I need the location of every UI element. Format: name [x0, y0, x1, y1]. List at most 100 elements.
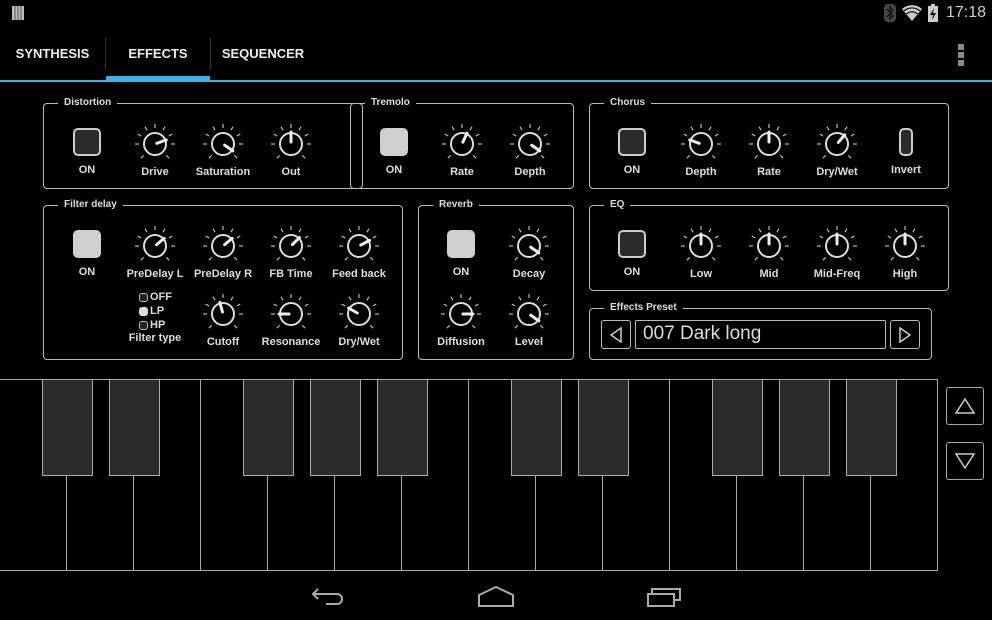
- knob-tick: [162, 126, 166, 131]
- knob-tick: [369, 256, 374, 261]
- knob-dial[interactable]: [200, 222, 246, 266]
- knob-tick: [341, 303, 346, 307]
- knob-tick: [512, 133, 517, 137]
- knob-tick: [304, 133, 309, 137]
- knob-dial[interactable]: [439, 120, 485, 164]
- knob-tick: [683, 133, 688, 137]
- knob-body: [211, 132, 235, 156]
- knob-dial[interactable]: [506, 290, 552, 334]
- panel-title: Distortion: [58, 96, 118, 110]
- black-key[interactable]: [41, 380, 93, 476]
- preset-prev-button[interactable]: [601, 320, 631, 349]
- knob-dial[interactable]: [506, 222, 552, 266]
- home-button[interactable]: [466, 580, 526, 614]
- tab-effects[interactable]: EFFECTS: [106, 26, 210, 82]
- knob-dial[interactable]: [678, 222, 724, 266]
- panel-title: EQ: [604, 198, 631, 212]
- knob-label: Cutoff: [206, 336, 240, 348]
- toggle-label: ON: [452, 266, 470, 278]
- black-key[interactable]: [510, 380, 562, 476]
- status-bar: 17:18: [0, 0, 992, 25]
- knob-tick: [779, 154, 784, 159]
- toggle-label: ON: [78, 164, 96, 176]
- knob-label: FB Time: [269, 268, 313, 280]
- knob-tick: [208, 324, 213, 329]
- tremolo-on-toggle[interactable]: [380, 128, 408, 156]
- chorus-on-toggle[interactable]: [618, 128, 646, 156]
- knob-tick: [514, 324, 519, 329]
- knob-dial[interactable]: [746, 222, 792, 266]
- knob-tick: [469, 126, 473, 131]
- knob-dial[interactable]: [200, 290, 246, 334]
- black-key[interactable]: [845, 380, 897, 476]
- knob-tick: [826, 126, 830, 131]
- radio-indicator: [139, 292, 148, 302]
- back-button[interactable]: [298, 580, 358, 614]
- feedback-knob: Feed back: [327, 222, 391, 280]
- knob-dial[interactable]: [814, 120, 860, 164]
- overflow-menu-icon[interactable]: [958, 44, 966, 66]
- black-key[interactable]: [577, 380, 629, 476]
- black-key[interactable]: [778, 380, 830, 476]
- black-key[interactable]: [711, 380, 763, 476]
- knob-dial[interactable]: [507, 120, 553, 164]
- knob-tick: [890, 256, 895, 261]
- knob-tick: [543, 133, 548, 137]
- knob-dial[interactable]: [200, 120, 246, 164]
- knob-tick: [714, 133, 719, 137]
- preset-next-button[interactable]: [890, 320, 920, 349]
- knob-tick: [165, 256, 170, 261]
- filter-type-hp-radio[interactable]: HP: [139, 318, 172, 332]
- knob-dial[interactable]: [132, 120, 178, 164]
- knob-tick: [844, 228, 848, 233]
- black-key[interactable]: [309, 380, 361, 476]
- knob-label: Saturation: [195, 166, 251, 178]
- knob-label: Out: [281, 166, 301, 178]
- knob-dial[interactable]: [336, 222, 382, 266]
- knob-tick: [751, 235, 756, 239]
- knob-tick: [782, 133, 787, 137]
- knob-dial[interactable]: [268, 120, 314, 164]
- filter-delay-on-toggle[interactable]: [73, 230, 101, 258]
- knob-dial[interactable]: [678, 120, 724, 164]
- filter-delay-drywet-knob: Dry/Wet: [327, 290, 391, 348]
- knob-label: Feed back: [332, 268, 386, 280]
- knob-dial[interactable]: [336, 290, 382, 334]
- filter-type-off-radio[interactable]: OFF: [139, 290, 172, 304]
- knob-body: [518, 132, 542, 156]
- knob-dial[interactable]: [882, 222, 928, 266]
- filter-type-lp-radio[interactable]: LP: [139, 304, 172, 318]
- knob-tick: [708, 126, 712, 131]
- recent-apps-button[interactable]: [634, 580, 694, 614]
- reverb-diffusion-knob: Diffusion: [429, 290, 493, 348]
- knob-tick: [298, 296, 302, 301]
- black-key[interactable]: [242, 380, 294, 476]
- black-key[interactable]: [376, 380, 428, 476]
- knob-dial[interactable]: [814, 222, 860, 266]
- knob-dial[interactable]: [438, 290, 484, 334]
- octave-up-button[interactable]: [946, 387, 984, 425]
- knob-dial[interactable]: [268, 222, 314, 266]
- knob-dial[interactable]: [132, 222, 178, 266]
- tab-synthesis[interactable]: SYNTHESIS: [0, 26, 105, 80]
- knob-tick: [137, 133, 142, 137]
- preset-name-display[interactable]: 007 Dark long: [635, 320, 886, 349]
- knob-tick: [850, 235, 855, 239]
- knob-body: [517, 234, 541, 258]
- knob-tick: [519, 126, 523, 131]
- knob-tick: [847, 154, 852, 159]
- triangle-down-icon: [954, 453, 976, 470]
- knob-dial[interactable]: [746, 120, 792, 164]
- tab-sequencer[interactable]: SEQUENCER: [211, 26, 315, 80]
- octave-down-button[interactable]: [946, 442, 984, 480]
- eq-on-toggle[interactable]: [618, 230, 646, 258]
- chorus-panel: Chorus ON Depth Rate Dry/Wet Invert: [589, 96, 949, 189]
- distortion-on-toggle[interactable]: [73, 128, 101, 156]
- knob-tick: [212, 296, 216, 301]
- reverb-on-toggle[interactable]: [447, 230, 475, 258]
- knob-tick: [518, 228, 522, 233]
- chorus-invert-toggle[interactable]: [899, 128, 913, 156]
- knob-dial[interactable]: [268, 290, 314, 334]
- black-key[interactable]: [108, 380, 160, 476]
- knob-tick: [894, 228, 898, 233]
